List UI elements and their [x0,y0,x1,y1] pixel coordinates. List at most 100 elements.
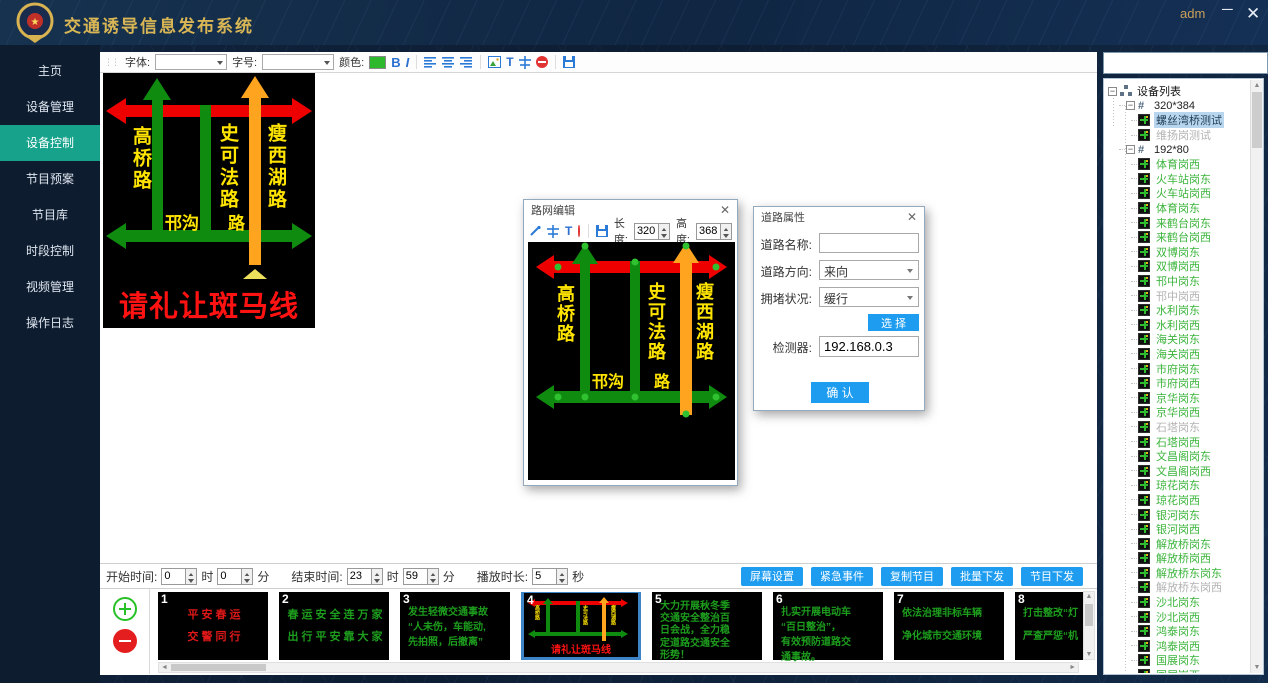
tree-group-item[interactable]: −#320*384 [1105,99,1249,114]
tree-device-item[interactable]: 石塔岗东 [1105,420,1249,435]
tree-expander-icon[interactable]: − [1126,145,1135,154]
scrollbar-thumb[interactable] [171,664,266,671]
program-thumbnail[interactable]: 8打击整改“灯 严查严惩“机 [1015,592,1085,660]
scroll-up-icon[interactable]: ▲ [1084,593,1094,600]
program-thumbnail[interactable]: 7依法治理非标车辆 净化城市交通环境 [894,592,1004,660]
program-thumbnail[interactable]: 2春运安全连万家 出行平安靠大家 [279,592,389,660]
tree-device-item[interactable]: 解放桥岗西 [1105,551,1249,566]
tree-device-item[interactable]: 石塔岗西 [1105,434,1249,449]
sidebar-item[interactable]: 节目预案 [0,161,100,197]
color-swatch[interactable] [369,56,386,69]
tree-device-item[interactable]: 京华岗西 [1105,405,1249,420]
action-button[interactable]: 节目下发 [1021,567,1083,586]
program-thumbnail[interactable]: 6扎实开展电动车 “百日整治”， 有效预防道路交 通事故。 [773,592,883,660]
road-direction-select[interactable]: 来向 [819,260,919,280]
add-program-button[interactable] [113,597,137,621]
road-network-icon[interactable] [547,225,559,238]
roadnet-close-icon[interactable]: ✕ [720,203,730,217]
roadnet-dialog-titlebar[interactable]: 路网编辑 ✕ [524,200,737,220]
tree-device-item[interactable]: 解放桥东岗东 [1105,566,1249,581]
align-left-icon[interactable] [424,57,437,68]
start-minute-input[interactable] [218,569,241,584]
end-hour-stepper[interactable] [347,568,383,585]
sidebar-item[interactable]: 视频管理 [0,269,100,305]
pen-icon[interactable] [529,225,541,237]
text-tool-icon[interactable]: T [506,55,513,69]
select-detector-button[interactable]: 选 择 [868,314,919,331]
tree-device-item[interactable]: 文昌阁岗东 [1105,449,1249,464]
sidebar-item[interactable]: 主页 [0,53,100,89]
italic-icon[interactable]: I [406,55,410,70]
end-hour-input[interactable] [348,569,371,584]
scroll-down-icon[interactable]: ▼ [1084,651,1094,658]
font-size-select[interactable] [262,54,334,70]
tree-device-item[interactable]: 来鹤台岗西 [1105,230,1249,245]
action-button[interactable]: 复制节目 [881,567,943,586]
minimize-button[interactable]: ─ [1222,1,1233,18]
tree-device-item[interactable]: 水利岗西 [1105,318,1249,333]
action-button[interactable]: 批量下发 [951,567,1013,586]
roadnet-canvas[interactable]: 高桥路 史可法路 瘦西湖路 邗沟 路 [528,242,735,480]
tree-device-item[interactable]: 国展岗东 [1105,653,1249,668]
tree-device-item[interactable]: 邗中岗东 [1105,274,1249,289]
toolbar-drag-handle[interactable]: ⋮⋮ [104,57,118,68]
sidebar-item[interactable]: 时段控制 [0,233,100,269]
align-right-icon[interactable] [460,57,473,68]
align-center-icon[interactable] [442,57,455,68]
device-search-input[interactable] [1103,52,1268,74]
remove-program-button[interactable] [113,629,137,653]
program-thumbnail[interactable]: 3发生轻微交通事故 “人未伤，车能动, 先拍照，后撤离” [400,592,510,660]
sidebar-item[interactable]: 设备控制 [0,125,100,161]
props-close-icon[interactable]: ✕ [907,210,917,224]
tree-group-item[interactable]: −#192*80 [1105,142,1249,157]
tree-device-item[interactable]: 市府岗西 [1105,376,1249,391]
tree-device-item[interactable]: 银河岗东 [1105,507,1249,522]
confirm-button[interactable]: 确 认 [811,382,869,403]
tree-root-item[interactable]: −设备列表 [1105,84,1249,99]
program-thumbnail[interactable]: 5大力开展秋冬季 交通安全整治百 日会战，全力稳 定道路交通安全 形势！ [652,592,762,660]
scrollbar-thumb[interactable] [1252,92,1262,148]
tree-device-item[interactable]: 火车站岗东 [1105,172,1249,187]
length-stepper[interactable] [634,223,670,240]
tree-device-item[interactable]: 体育岗东 [1105,201,1249,216]
tree-device-item[interactable]: 螺丝湾桥测试 [1105,113,1249,128]
close-button[interactable]: ✕ [1246,4,1260,24]
tree-device-item[interactable]: 邗中岗西 [1105,288,1249,303]
delete-icon[interactable] [578,225,579,237]
user-name[interactable]: adm [1180,6,1205,21]
tree-device-item[interactable]: 维扬岗测试 [1105,128,1249,143]
end-minute-input[interactable] [404,569,427,584]
font-select[interactable] [155,54,227,70]
tree-device-item[interactable]: 火车站岗西 [1105,186,1249,201]
tree-device-item[interactable]: 琼花岗西 [1105,493,1249,508]
led-display-preview[interactable]: 高桥路 史可法路 瘦西湖路 邗沟 路 请礼让斑马线 [103,73,315,328]
scroll-right-icon[interactable]: ► [1069,664,1076,671]
scroll-left-icon[interactable]: ◄ [161,664,168,671]
duration-stepper[interactable] [532,568,568,585]
tree-device-item[interactable]: 银河岗西 [1105,522,1249,537]
tree-device-item[interactable]: 国展岗西 [1105,668,1249,673]
tree-expander-icon[interactable]: − [1126,101,1135,110]
tree-device-item[interactable]: 来鹤台岗东 [1105,215,1249,230]
edit-canvas[interactable]: 高桥路 史可法路 瘦西湖路 邗沟 路 请礼让斑马线 路网编辑 ✕ [100,73,1097,563]
tree-device-item[interactable]: 琼花岗东 [1105,478,1249,493]
tree-device-item[interactable]: 京华岗东 [1105,390,1249,405]
tree-device-item[interactable]: 解放桥岗东 [1105,536,1249,551]
height-stepper[interactable] [696,223,732,240]
tree-device-item[interactable]: 解放桥东岗西 [1105,580,1249,595]
program-thumbnail[interactable]: 4 高桥路 史可法路 瘦西湖路 请礼让斑马线 [521,592,641,660]
strip-vertical-scrollbar[interactable]: ▲ ▼ [1083,591,1095,660]
image-icon[interactable] [488,56,501,68]
props-dialog-titlebar[interactable]: 道路属性 ✕ [754,207,924,227]
save-icon[interactable] [596,225,608,237]
strip-horizontal-scrollbar[interactable]: ◄ ► [158,662,1079,673]
road-name-input[interactable] [819,233,919,253]
bold-icon[interactable]: B [391,55,400,70]
start-hour-stepper[interactable] [161,568,197,585]
tree-device-item[interactable]: 双博岗西 [1105,259,1249,274]
scrollbar-thumb[interactable] [1085,604,1093,626]
tree-device-item[interactable]: 文昌阁岗西 [1105,463,1249,478]
height-input[interactable] [697,224,720,239]
tree-device-item[interactable]: 海关岗东 [1105,332,1249,347]
action-button[interactable]: 屏幕设置 [741,567,803,586]
